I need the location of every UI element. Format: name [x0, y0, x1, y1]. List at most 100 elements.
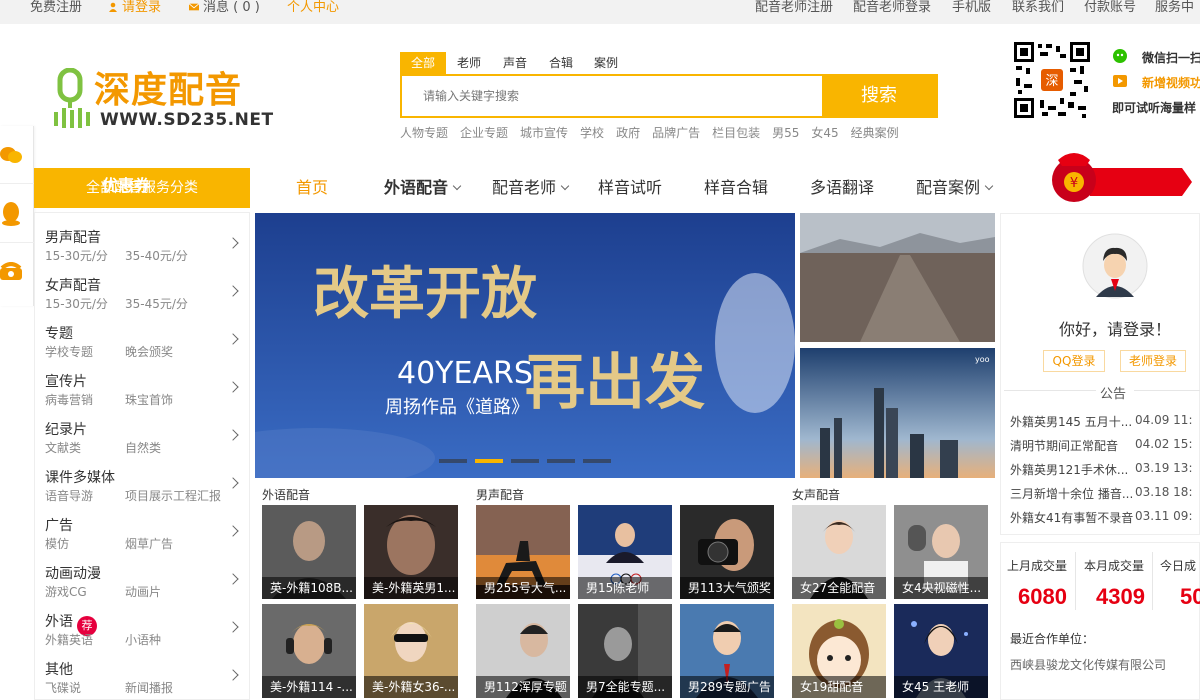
- voice-card[interactable]: 女27全能配音: [792, 505, 886, 599]
- section-title-female[interactable]: 女声配音: [792, 486, 840, 503]
- nav-cases[interactable]: 配音案例: [916, 168, 994, 208]
- login-link[interactable]: 请登录: [108, 0, 161, 16]
- notice-item[interactable]: 清明节期间正常配音: [1010, 437, 1118, 454]
- contact-link[interactable]: 联系我们: [1012, 0, 1064, 16]
- category-sub-link[interactable]: 飞碟说: [45, 679, 81, 696]
- voice-card[interactable]: 美-外籍女36-...: [364, 604, 458, 698]
- category-sub-link[interactable]: 文献类: [45, 439, 81, 456]
- side-thumbnail-city[interactable]: yoo: [800, 348, 995, 478]
- category-sub-link[interactable]: 珠宝首饰: [125, 391, 173, 408]
- category-item[interactable]: 广告 模仿 烟草广告: [35, 505, 251, 553]
- category-sub-link[interactable]: 小语种: [125, 631, 161, 648]
- category-sub-link[interactable]: 病毒营销: [45, 391, 93, 408]
- carousel-dot-active[interactable]: [475, 459, 503, 463]
- category-sub-link[interactable]: 烟草广告: [125, 535, 173, 552]
- voice-card[interactable]: 美-外籍114 -...: [262, 604, 356, 698]
- category-sub-link[interactable]: 新闻播报: [125, 679, 173, 696]
- hotword[interactable]: 城市宣传: [520, 126, 568, 140]
- payment-account-link[interactable]: 付款账号: [1084, 0, 1136, 16]
- service-link[interactable]: 服务中: [1155, 0, 1194, 16]
- voice-card[interactable]: 美-外籍英男1...: [364, 505, 458, 599]
- category-sub-link[interactable]: 自然类: [125, 439, 161, 456]
- hotword[interactable]: 政府: [616, 126, 640, 140]
- search-tab-collection[interactable]: 合辑: [549, 52, 573, 74]
- category-sub-link[interactable]: 模仿: [45, 535, 69, 552]
- category-sub-link[interactable]: 外籍英语: [45, 631, 93, 648]
- hotword[interactable]: 男55: [772, 126, 799, 140]
- nav-home[interactable]: 首页: [296, 168, 328, 208]
- voice-card[interactable]: 女4央视磁性...: [894, 505, 988, 599]
- search-tab-case[interactable]: 案例: [594, 52, 618, 74]
- category-sub-link[interactable]: 35-45元/分: [125, 295, 188, 312]
- coupon-button[interactable]: ¥: [1046, 144, 1196, 206]
- search-button[interactable]: 搜索: [822, 76, 936, 116]
- search-tab-all[interactable]: 全部: [400, 52, 446, 74]
- teacher-login-link[interactable]: 配音老师登录: [853, 0, 931, 16]
- category-item[interactable]: 专题 学校专题 晚会颁奖: [35, 313, 251, 361]
- category-sub-link[interactable]: 游戏CG: [45, 583, 87, 600]
- search-input[interactable]: [402, 76, 822, 116]
- carousel-dot[interactable]: [439, 459, 467, 463]
- category-item[interactable]: 男声配音 15-30元/分 35-40元/分: [35, 217, 251, 265]
- category-sub-link[interactable]: 35-40元/分: [125, 247, 188, 264]
- notice-item[interactable]: 三月新增十余位 播音...: [1010, 485, 1133, 502]
- qq-login-button[interactable]: QQ登录: [1043, 350, 1105, 372]
- category-item[interactable]: 宣传片 病毒营销 珠宝首饰: [35, 361, 251, 409]
- voice-card[interactable]: 男255号大气...: [476, 505, 570, 599]
- hotword[interactable]: 经典案例: [851, 126, 899, 140]
- carousel-dot[interactable]: [547, 459, 575, 463]
- partner-name[interactable]: 西峡县骏龙文化传媒有限公司: [1010, 656, 1166, 673]
- category-item[interactable]: 纪录片 文献类 自然类: [35, 409, 251, 457]
- voice-card[interactable]: 男289专题广告: [680, 604, 774, 698]
- voice-card[interactable]: 男113大气颁奖: [680, 505, 774, 599]
- notice-item[interactable]: 外籍英男145 五月十...: [1010, 413, 1132, 430]
- hotword[interactable]: 人物专题: [400, 126, 448, 140]
- hotword[interactable]: 品牌广告: [652, 126, 700, 140]
- voice-card[interactable]: 男7全能专题...: [578, 604, 672, 698]
- category-sub-link[interactable]: 动画片: [125, 583, 161, 600]
- nav-teachers[interactable]: 配音老师: [492, 168, 570, 208]
- voice-card[interactable]: 女19甜配音: [792, 604, 886, 698]
- category-sub-link[interactable]: 语音导游: [45, 487, 93, 504]
- category-sub-link[interactable]: 项目展示工程汇报: [125, 487, 221, 504]
- carousel-dot[interactable]: [511, 459, 539, 463]
- side-qq-button[interactable]: [0, 185, 34, 243]
- search-tab-voice[interactable]: 声音: [503, 52, 527, 74]
- section-title-foreign[interactable]: 外语配音: [262, 486, 310, 503]
- nav-translation[interactable]: 多语翻译: [810, 168, 874, 208]
- search-tab-teacher[interactable]: 老师: [457, 52, 481, 74]
- side-phone-button[interactable]: [0, 244, 34, 302]
- voice-card[interactable]: 男15陈老师: [578, 505, 672, 599]
- register-link[interactable]: 免费注册: [30, 0, 82, 16]
- category-item[interactable]: 课件多媒体 语音导游 项目展示工程汇报: [35, 457, 251, 505]
- hotword[interactable]: 企业专题: [460, 126, 508, 140]
- category-item[interactable]: 动画动漫 游戏CG 动画片: [35, 553, 251, 601]
- section-title-male[interactable]: 男声配音: [476, 486, 524, 503]
- voice-card[interactable]: 英-外籍108B...: [262, 505, 356, 599]
- nav-sample-listen[interactable]: 样音试听: [598, 168, 662, 208]
- category-sub-link[interactable]: 15-30元/分: [45, 295, 108, 312]
- voice-card[interactable]: 女45 王老师: [894, 604, 988, 698]
- category-sub-link[interactable]: 15-30元/分: [45, 247, 108, 264]
- notice-item[interactable]: 外籍女41有事暂不录音: [1010, 509, 1133, 526]
- side-thumbnail-road[interactable]: [800, 213, 995, 342]
- main-banner[interactable]: 改革开放 40YEARS 再出发 周扬作品《道路》: [255, 213, 795, 478]
- notice-item[interactable]: 外籍英男121手术休...: [1010, 461, 1128, 478]
- category-sub-link[interactable]: 学校专题: [45, 343, 93, 360]
- logo-name[interactable]: 深度配音: [94, 70, 242, 112]
- nav-sample-collection[interactable]: 样音合辑: [704, 168, 768, 208]
- voice-card[interactable]: 男112浑厚专题: [476, 604, 570, 698]
- side-chat-button[interactable]: [0, 126, 34, 184]
- teacher-register-link[interactable]: 配音老师注册: [755, 0, 833, 16]
- hotword[interactable]: 学校: [580, 126, 604, 140]
- hotword[interactable]: 栏目包装: [712, 126, 760, 140]
- coupon-label[interactable]: 优惠券: [102, 172, 150, 196]
- category-sub-link[interactable]: 晚会颁奖: [125, 343, 173, 360]
- category-item[interactable]: 其他 飞碟说 新闻播报: [35, 649, 251, 697]
- nav-foreign-dubbing[interactable]: 外语配音: [384, 168, 462, 208]
- category-item[interactable]: 外语荐 外籍英语 小语种: [35, 601, 251, 649]
- hotword[interactable]: 女45: [811, 126, 838, 140]
- mobile-link[interactable]: 手机版: [952, 0, 991, 16]
- carousel-dot[interactable]: [583, 459, 611, 463]
- teacher-login-button[interactable]: 老师登录: [1120, 350, 1186, 372]
